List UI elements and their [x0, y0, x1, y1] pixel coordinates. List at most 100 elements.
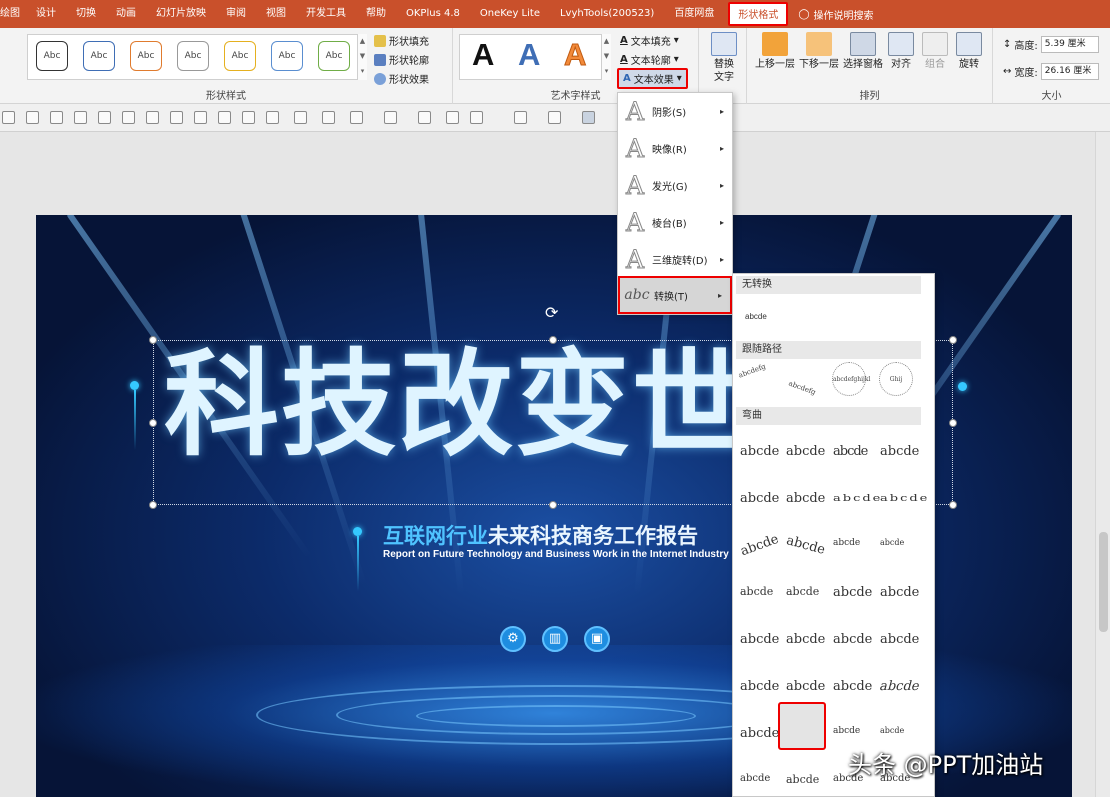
menu-item-3d-rotation[interactable]: A 三维旋转(D) ▸	[618, 241, 732, 277]
menu-item-glow[interactable]: A 发光(G) ▸	[618, 167, 732, 203]
eyedropper-icon[interactable]	[446, 111, 459, 124]
wordart-style-orange[interactable]: A	[563, 37, 586, 73]
resize-handle[interactable]	[149, 419, 157, 427]
tab-view[interactable]: 视图	[256, 0, 296, 28]
wordart-style-blue[interactable]: A	[518, 37, 540, 73]
width-input[interactable]: 26.16 厘米	[1040, 63, 1099, 80]
resize-handle[interactable]	[149, 336, 157, 344]
resize-handle[interactable]	[549, 501, 557, 509]
rotate-button[interactable]: 旋转	[954, 32, 984, 71]
rotate-handle-icon[interactable]: ⟳	[545, 303, 558, 322]
warp-option[interactable]: abcde	[833, 679, 872, 694]
menu-item-shadow[interactable]: A 阴影(S) ▸	[618, 93, 732, 129]
no-transform-option[interactable]: abcde	[745, 312, 767, 321]
align-middle-icon[interactable]	[98, 111, 111, 124]
align-bottom-icon[interactable]	[74, 111, 87, 124]
warp-option[interactable]: abcde	[880, 538, 904, 547]
flip-icon[interactable]	[582, 111, 595, 124]
selection-pane-button[interactable]: 选择窗格	[841, 32, 885, 71]
shape-style-2[interactable]: Abc	[83, 41, 115, 71]
shape-style-7[interactable]: Abc	[318, 41, 350, 71]
scroll-thumb[interactable]	[1099, 532, 1108, 632]
shape-dropdown-icon[interactable]	[266, 111, 279, 124]
shape-outline-button[interactable]: 形状轮廓	[374, 52, 429, 67]
align-top-icon[interactable]	[26, 111, 39, 124]
resize-handle[interactable]	[949, 336, 957, 344]
tab-design[interactable]: 设计	[26, 0, 66, 28]
warp-option[interactable]: abcde	[880, 726, 904, 735]
menu-item-reflection[interactable]: A 映像(R) ▸	[618, 130, 732, 166]
merge-shapes-icon[interactable]	[294, 111, 307, 124]
shape-style-1[interactable]: Abc	[36, 41, 68, 71]
warp-option[interactable]: abcde	[880, 444, 919, 459]
tab-animations[interactable]: 动画	[106, 0, 146, 28]
tab-onekey[interactable]: OneKey Lite	[470, 0, 550, 28]
resize-handle[interactable]	[149, 501, 157, 509]
tab-okplus[interactable]: OKPlus 4.8	[396, 0, 470, 28]
resize-handle[interactable]	[949, 419, 957, 427]
warp-option[interactable]: abcde	[786, 632, 825, 647]
warp-option[interactable]: abcde	[786, 444, 825, 459]
menu-item-bevel[interactable]: A 棱台(B) ▸	[618, 204, 732, 240]
gallery-scroll[interactable]: ▲ ▼ ▾	[357, 34, 367, 80]
warp-selected-highlight[interactable]	[778, 702, 826, 750]
wordart-style-black[interactable]: A	[472, 37, 494, 73]
slide-subtitle[interactable]: 互联网行业未来科技商务工作报告	[383, 520, 698, 550]
send-backward-button[interactable]: 下移一层	[797, 32, 841, 71]
shape-style-3[interactable]: Abc	[130, 41, 162, 71]
warp-option[interactable]: abcde	[833, 585, 872, 600]
pen-tool-icon[interactable]	[470, 111, 483, 124]
bring-forward-button[interactable]: 上移一层	[753, 32, 797, 71]
warp-option[interactable]: abcde	[740, 773, 770, 784]
follow-path-arch-up[interactable]: abcdefg	[737, 362, 766, 379]
slide-subtitle-en[interactable]: Report on Future Technology and Business…	[383, 549, 729, 560]
tab-lvyhtools[interactable]: LvyhTools(200523)	[550, 0, 664, 28]
shape-icon[interactable]	[218, 111, 231, 124]
warp-option[interactable]: abcde	[739, 532, 781, 560]
shape-fill-button[interactable]: 形状填充	[374, 33, 429, 48]
align-left-icon[interactable]	[2, 111, 15, 124]
text-fill-button[interactable]: A 文本填充 ▾	[620, 33, 679, 48]
size-icon[interactable]	[194, 111, 207, 124]
align-right-icon[interactable]	[122, 111, 135, 124]
group-button[interactable]: 组合	[920, 32, 950, 71]
line-color-icon[interactable]	[384, 111, 397, 124]
height-input[interactable]: 5.39 厘米	[1040, 36, 1099, 53]
font-color-icon[interactable]	[350, 111, 363, 124]
align-button[interactable]: 对齐	[886, 32, 916, 71]
shape-style-5[interactable]: Abc	[224, 41, 256, 71]
warp-option[interactable]: abcde	[786, 585, 819, 598]
format-painter-icon[interactable]	[322, 111, 335, 124]
wordart-gallery-scroll[interactable]: ▲ ▼ ▾	[601, 34, 611, 80]
menu-item-transform[interactable]: abc 转换(T) ▸	[618, 276, 732, 314]
tab-shape-format[interactable]: 形状格式	[728, 2, 789, 26]
crop-icon[interactable]	[418, 111, 431, 124]
warp-option[interactable]: abcde	[740, 632, 779, 647]
align-center-icon[interactable]	[50, 111, 63, 124]
warp-option[interactable]: abcde	[740, 679, 779, 694]
resize-handle[interactable]	[949, 501, 957, 509]
replace-text-button[interactable]: 替换 文字	[707, 32, 741, 84]
chart-icon[interactable]	[514, 111, 527, 124]
image-icon[interactable]	[242, 111, 255, 124]
warp-option[interactable]: abcde	[740, 585, 773, 598]
distribute-vertical-icon[interactable]	[170, 111, 183, 124]
warp-option[interactable]: abcde	[880, 493, 929, 504]
warp-option[interactable]: abcde	[833, 493, 882, 504]
tab-baidu[interactable]: 百度网盘	[664, 0, 724, 28]
follow-path-arch-down[interactable]: abcdefg	[787, 379, 816, 396]
tab-transitions[interactable]: 切换	[66, 0, 106, 28]
follow-path-circle[interactable]: abcdefghijkl	[832, 362, 870, 396]
tell-me-search[interactable]: ◯ 操作说明搜索	[792, 7, 873, 22]
shape-effects-button[interactable]: 形状效果	[374, 71, 429, 86]
warp-option[interactable]: abcde	[786, 679, 825, 694]
warp-option[interactable]: abcde	[833, 632, 872, 647]
warp-option[interactable]: abcde	[833, 444, 868, 459]
rotate-tool-icon[interactable]	[548, 111, 561, 124]
vertical-scrollbar[interactable]	[1095, 132, 1110, 797]
tab-slideshow[interactable]: 幻灯片放映	[146, 0, 216, 28]
shape-style-4[interactable]: Abc	[177, 41, 209, 71]
tab-developer[interactable]: 开发工具	[296, 0, 356, 28]
tab-draw[interactable]: 绘图	[0, 0, 26, 28]
warp-option[interactable]: abcde	[786, 491, 825, 506]
